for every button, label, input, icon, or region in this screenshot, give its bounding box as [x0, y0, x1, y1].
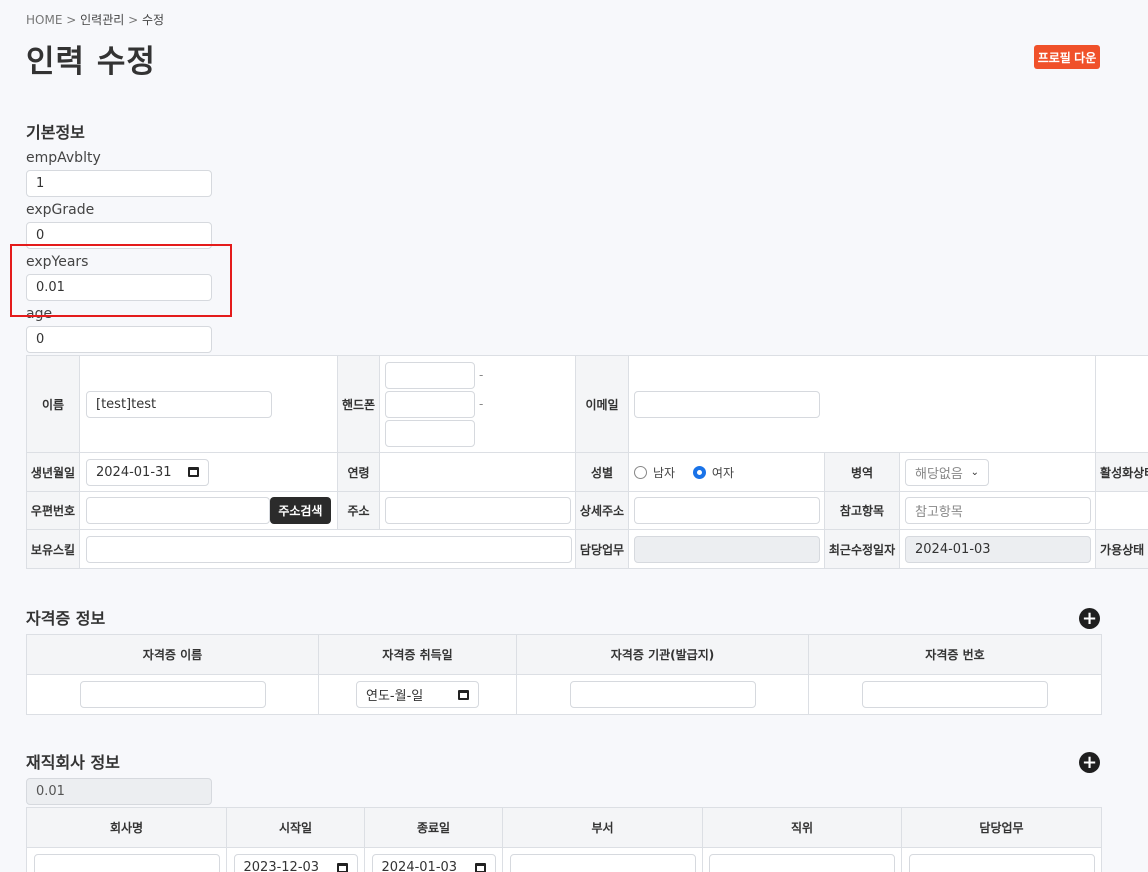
name-label: 이름: [26, 355, 80, 453]
emp-avblty-label: empAvblty: [26, 150, 101, 166]
skill-label: 보유스킬: [26, 529, 80, 569]
zip-input[interactable]: [86, 497, 270, 524]
company-name-input[interactable]: [33, 854, 220, 872]
birth-date-input[interactable]: 2024-01-31: [86, 458, 209, 486]
cert-col-date: 자격증 취득일: [318, 634, 517, 675]
basic-info-heading: 기본정보: [26, 123, 85, 142]
calendar-icon[interactable]: [188, 467, 199, 477]
company-duty-input[interactable]: [908, 854, 1095, 872]
cert-date-input[interactable]: 연도-월-일: [356, 681, 479, 708]
exp-grade-label: expGrade: [26, 202, 95, 218]
duty-label: 담당업무: [575, 529, 629, 569]
company-heading: 재직회사 정보: [26, 753, 120, 772]
availability-label: 가용상태: [1095, 529, 1148, 569]
calendar-icon[interactable]: [458, 689, 469, 700]
gender-male-radio[interactable]: [634, 465, 647, 479]
breadcrumb-level1[interactable]: 인력관리: [80, 13, 124, 27]
cert-table: 자격증 이름 자격증 취득일 자격증 기관(발급지) 자격증 번호 연도-월-일: [26, 634, 1102, 715]
age-input[interactable]: 0: [26, 326, 212, 353]
table-row: 2023-12-03 2024-01-03: [26, 847, 1102, 872]
company-end-input[interactable]: 2024-01-03: [371, 854, 496, 872]
age-value-cell: [379, 452, 576, 492]
breadcrumb: HOME > 인력관리 > 수정: [26, 13, 165, 27]
gender-female-radio[interactable]: [692, 465, 706, 479]
cert-col-number: 자격증 번호: [808, 634, 1102, 675]
company-col-start: 시작일: [226, 807, 365, 848]
email-label: 이메일: [575, 355, 629, 453]
skill-input[interactable]: [86, 535, 572, 563]
cert-name-input[interactable]: [79, 681, 266, 708]
cert-issuer-input[interactable]: [569, 681, 756, 708]
table-row: 연도-월-일: [26, 674, 1102, 715]
add-cert-icon[interactable]: +: [1079, 608, 1100, 629]
reference-label: 참고항목: [824, 491, 900, 530]
phone-label: 핸드폰: [337, 355, 380, 453]
cert-col-name: 자격증 이름: [26, 634, 319, 675]
calendar-icon[interactable]: [474, 862, 486, 872]
zip-label: 우편번호: [26, 491, 80, 530]
breadcrumb-home[interactable]: HOME: [26, 13, 62, 27]
breadcrumb-current: 수정: [142, 13, 165, 27]
address-detail-input[interactable]: [634, 497, 820, 524]
company-col-dept: 부서: [502, 807, 703, 848]
page-title: 인력 수정: [26, 44, 156, 80]
modified-date-label: 최근수정일자: [824, 529, 900, 569]
chevron-down-icon: ⌄: [970, 466, 979, 478]
phone-part2-input[interactable]: [385, 390, 475, 418]
company-summary-input[interactable]: 0.01: [26, 778, 212, 805]
calendar-icon[interactable]: [336, 862, 348, 872]
highlight-box: [10, 244, 232, 317]
company-start-input[interactable]: 2023-12-03: [233, 854, 358, 872]
company-col-end: 종료일: [364, 807, 503, 848]
modified-date-input[interactable]: 2024-01-03: [905, 535, 1091, 563]
company-col-duty: 담당업무: [901, 807, 1102, 848]
gender-label: 성별: [575, 452, 629, 492]
address-search-button[interactable]: 주소검색: [269, 497, 331, 524]
company-dept-input[interactable]: [509, 854, 696, 872]
info-table: 이름 [test]test 핸드폰 - - 이메일 생년월일 2024-01-3…: [26, 355, 1148, 569]
age-cell-label: 연령: [337, 452, 380, 492]
phone-part3-input[interactable]: [385, 419, 475, 447]
military-label: 병역: [824, 452, 900, 492]
emp-avblty-input[interactable]: 1: [26, 170, 212, 197]
address-detail-label: 상세주소: [575, 491, 629, 530]
military-select[interactable]: 해당없음 ⌄: [905, 458, 989, 486]
active-status-label: 활성화상태: [1095, 452, 1148, 492]
email-input[interactable]: [634, 390, 820, 418]
address-label: 주소: [337, 491, 380, 530]
birth-label: 생년월일: [26, 452, 80, 492]
company-col-position: 직위: [702, 807, 902, 848]
cert-number-input[interactable]: [862, 681, 1048, 708]
name-input[interactable]: [test]test: [86, 390, 272, 418]
cert-heading: 자격증 정보: [26, 609, 106, 628]
address-input[interactable]: [385, 497, 571, 524]
reference-input[interactable]: 참고항목: [905, 497, 1091, 524]
duty-input[interactable]: [634, 535, 820, 563]
profile-download-button[interactable]: 프로필 다운: [1034, 45, 1100, 69]
phone-part1-input[interactable]: [385, 361, 475, 389]
cert-col-issuer: 자격증 기관(발급지): [516, 634, 809, 675]
company-position-input[interactable]: [709, 854, 895, 872]
company-col-name: 회사명: [26, 807, 227, 848]
company-table: 회사명 시작일 종료일 부서 직위 담당업무 2023-12-03 2024-0…: [26, 807, 1102, 872]
add-company-icon[interactable]: +: [1079, 752, 1100, 773]
